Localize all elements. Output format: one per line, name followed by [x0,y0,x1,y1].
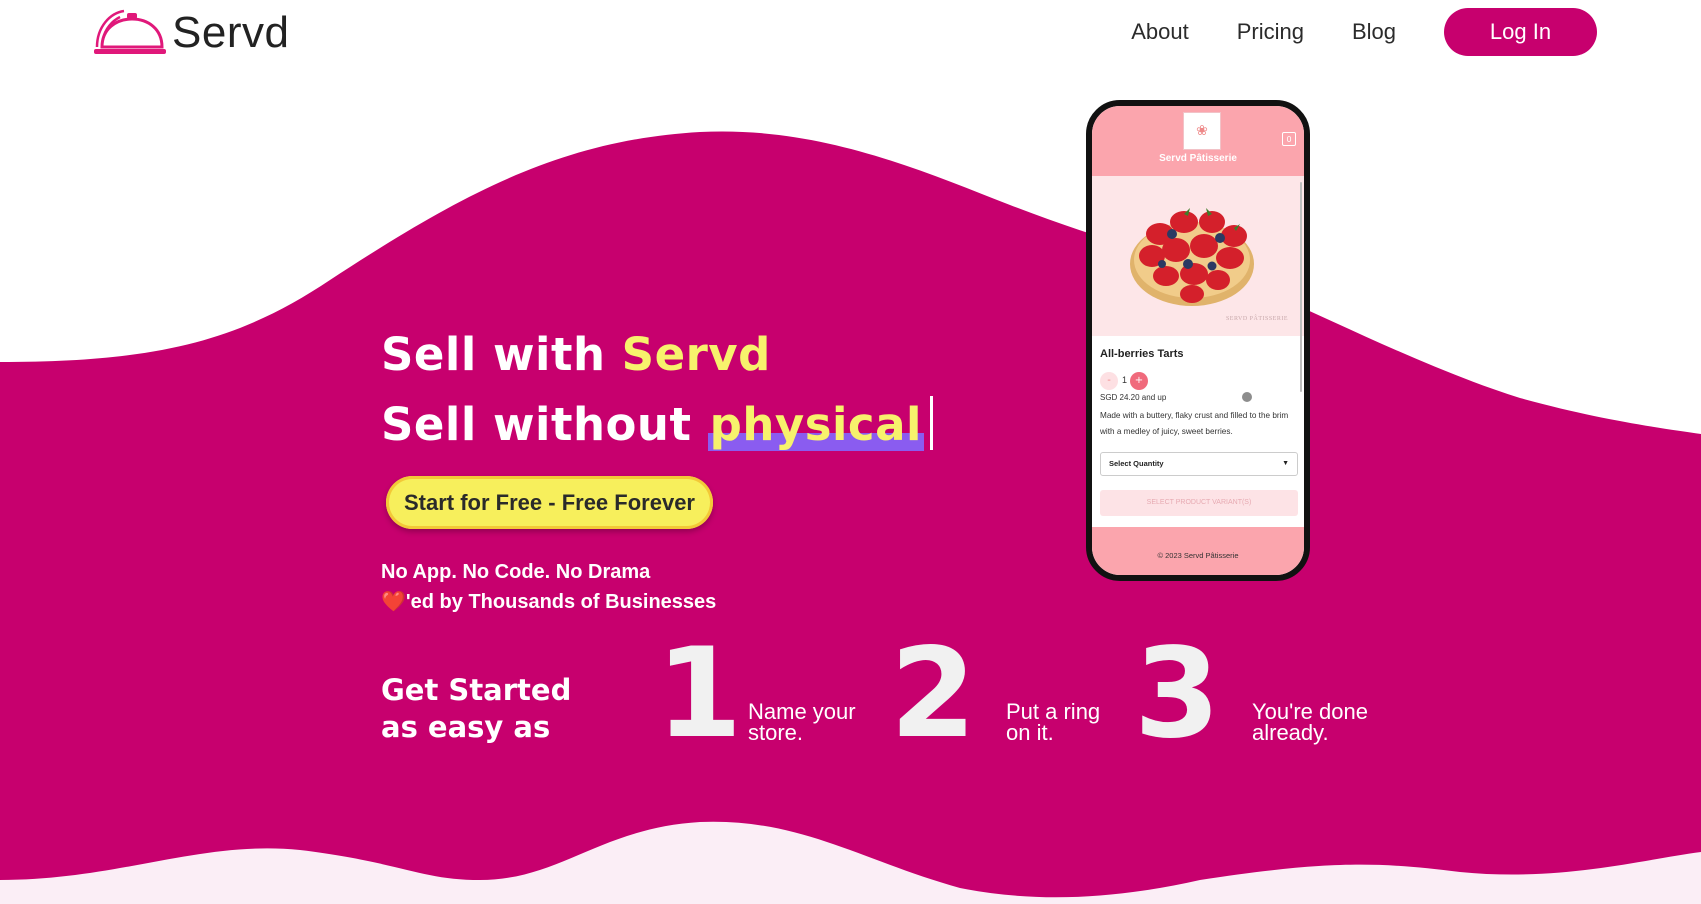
headline-prefix-2: Sell without [381,398,708,451]
step-text-1: Name your store. [748,699,856,745]
image-watermark: SERVD PÂTISSERIE [1225,316,1288,322]
logo-wordmark: Servd [172,8,290,57]
cloche-icon [94,9,166,54]
step-1-line2: store. [748,720,804,745]
phone-copyright: © 2023 Servd Pâtisserie [1157,551,1239,560]
step-number-3: 3 [1134,622,1221,766]
product-price: SGD 24.20 and up [1100,393,1167,402]
get-started-heading: Get Started as easy as [381,672,571,746]
step-number-2: 2 [890,622,977,766]
step-2-line1: Put a ring [1006,699,1101,724]
nav-about[interactable]: About [1131,19,1189,45]
tagline-no-app: No App. No Code. No Drama [381,561,651,583]
phone-mockup: ❀ Servd Pâtisserie 0 SERVD PÂTISSERIE Al… [1086,100,1310,581]
nav-pricing[interactable]: Pricing [1237,19,1304,45]
tagline-loved: ❤️'ed by Thousands of Businesses [381,589,716,614]
nav-blog[interactable]: Blog [1352,19,1396,45]
typing-caret [929,396,933,450]
hero-headline-line1: Sell with Servd [381,328,771,381]
product-title: All-berries Tarts [1100,348,1184,360]
hero-headline-line2: Sell without physical [381,396,933,451]
top-nav: About Pricing Blog Log In [1131,8,1597,56]
step-3-line1: You're done [1252,699,1368,724]
step-2-line2: on it. [1006,720,1054,745]
phone-footer: © 2023 Servd Pâtisserie [1092,527,1304,575]
get-started-line2: as easy as [381,710,551,744]
typed-word: physical [707,398,924,451]
start-free-button[interactable]: Start for Free - Free Forever [386,476,713,529]
step-text-2: Put a ring on it. [1006,699,1101,745]
get-started-line1: Get Started [381,673,572,707]
qty-plus-button[interactable]: + [1130,372,1148,390]
step-1-line1: Name your [748,699,856,724]
headline-prefix: Sell with [381,328,622,381]
step-3-line2: already. [1252,720,1329,745]
strawberry-tart-illustration [1130,208,1254,306]
login-button[interactable]: Log In [1444,8,1597,56]
cursor-dot-icon [1242,392,1252,402]
tagline-loved-text: 'ed by Thousands of Businesses [405,591,717,613]
step-number-1: 1 [656,622,743,766]
select-variant-button[interactable]: SELECT PRODUCT VARIANT(S) [1100,490,1298,516]
patisserie-logo-icon: ❀ [1183,112,1221,150]
product-image: SERVD PÂTISSERIE [1092,176,1304,336]
quantity-select-label: Select Quantity [1109,459,1164,468]
headline-brand: Servd [621,328,771,381]
phone-store-name: Servd Pâtisserie [1159,153,1237,164]
servd-logo[interactable]: Servd [92,8,289,58]
quantity-select[interactable]: Select Quantity ▼ [1100,452,1298,476]
phone-store-header: ❀ Servd Pâtisserie 0 [1092,106,1304,176]
step-text-3: You're done already. [1252,699,1368,745]
heart-icon: ❤️ [381,591,406,613]
product-description: Made with a buttery, flaky crust and fil… [1100,411,1289,436]
caret-down-icon: ▼ [1282,460,1289,467]
shopping-bag-icon[interactable]: 0 [1282,132,1296,146]
hero-background-wave [0,131,1701,904]
phone-scrollbar[interactable] [1300,182,1302,392]
qty-minus-button[interactable]: - [1100,372,1118,390]
qty-value: 1 [1122,375,1128,385]
